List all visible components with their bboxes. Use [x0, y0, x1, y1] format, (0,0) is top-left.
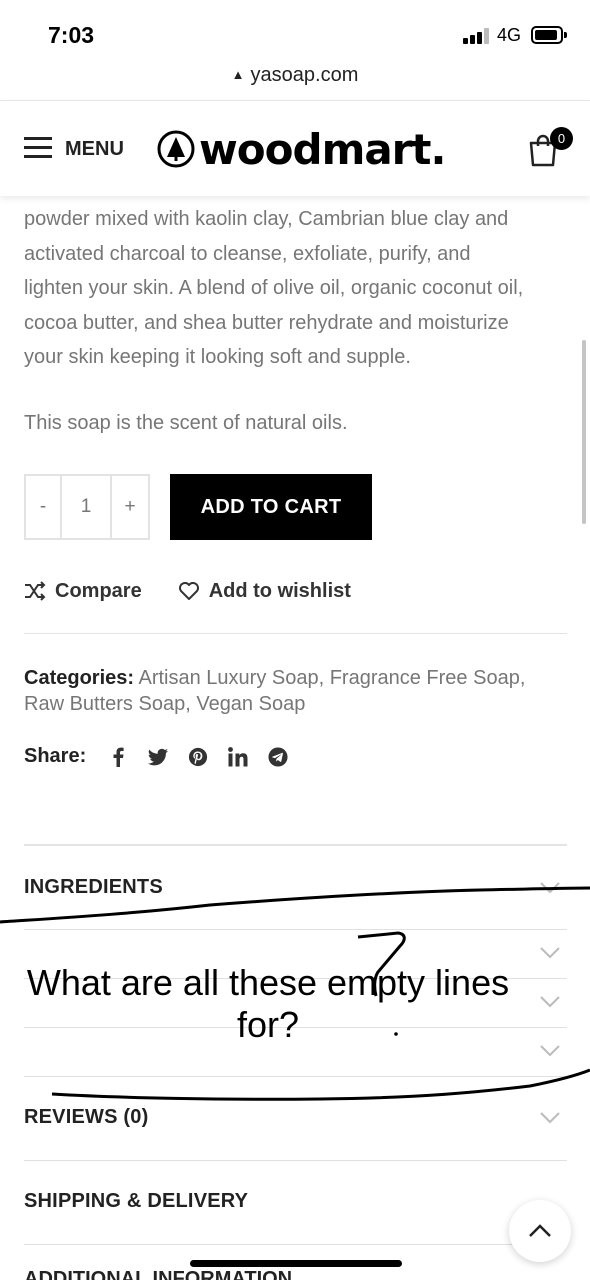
menu-button[interactable]: MENU — [65, 138, 124, 161]
cart-count-badge: 0 — [550, 127, 573, 150]
compare-label: Compare — [55, 579, 142, 602]
annotation-note: What are all these empty lines for? — [26, 962, 510, 1045]
quantity-plus-button[interactable]: + — [112, 476, 148, 538]
shuffle-icon — [25, 581, 46, 601]
signal-icon — [463, 28, 489, 44]
chevron-down-icon[interactable] — [540, 1045, 560, 1057]
share-row: Share: — [24, 745, 308, 768]
scroll-to-top-button[interactable] — [509, 1200, 571, 1262]
telegram-icon[interactable] — [268, 746, 288, 767]
tree-logo-icon — [157, 130, 195, 168]
site-logo[interactable]: woodmart. — [157, 124, 446, 174]
home-indicator[interactable] — [190, 1260, 402, 1267]
add-to-cart-button[interactable]: ADD TO CART — [170, 474, 372, 540]
network-type: 4G — [497, 25, 522, 45]
warning-icon: ▲ — [231, 67, 245, 82]
chevron-up-icon — [529, 1224, 551, 1237]
hamburger-icon[interactable] — [24, 137, 52, 159]
tab-additional-information[interactable]: ADDITIONAL INFORMATION — [24, 1266, 292, 1280]
description-line: activated charcoal to cleanse, exfoliate… — [24, 242, 471, 265]
compare-link[interactable]: Compare — [24, 580, 142, 603]
description-line: lighten your skin. A blend of olive oil,… — [24, 277, 524, 300]
page-scrollbar[interactable] — [582, 340, 586, 524]
tab-ingredients[interactable]: INGREDIENTS — [24, 876, 163, 899]
tab-reviews[interactable]: REVIEWS (0) — [24, 1106, 148, 1129]
status-time: 7:03 — [48, 22, 95, 48]
product-actions: Compare Add to wishlist — [24, 576, 351, 606]
description-line: powder mixed with kaolin clay, Cambrian … — [24, 208, 509, 230]
description-line: cocoa butter, and shea butter rehydrate … — [24, 311, 509, 334]
url-bar[interactable]: ▲ yasoap.com — [0, 64, 590, 100]
divider — [24, 1160, 567, 1161]
battery-icon — [531, 26, 567, 44]
product-categories: Categories: Artisan Luxury Soap, Fragran… — [24, 667, 526, 715]
chevron-down-icon[interactable] — [540, 947, 560, 959]
divider — [24, 929, 567, 930]
pinterest-icon[interactable] — [188, 747, 208, 767]
divider — [24, 844, 567, 846]
scent-text: This soap is the scent of natural oils. — [24, 412, 348, 434]
wishlist-label: Add to wishlist — [208, 579, 351, 602]
quantity-minus-button[interactable]: - — [26, 476, 62, 538]
quantity-stepper: - 1 + — [24, 474, 150, 540]
category-link[interactable]: Artisan Luxury Soap — [138, 667, 318, 689]
share-label: Share: — [24, 745, 87, 767]
divider — [24, 633, 567, 634]
facebook-icon[interactable] — [108, 747, 128, 767]
tab-shipping[interactable]: SHIPPING & DELIVERY — [24, 1190, 248, 1213]
product-description: powder mixed with kaolin clay, Cambrian … — [24, 202, 569, 375]
category-link[interactable]: Fragrance Free Soap — [330, 667, 520, 689]
site-header: MENU woodmart. 0 — [0, 100, 590, 196]
status-bar: 7:03 4G — [0, 0, 590, 64]
chevron-down-icon[interactable] — [540, 1112, 560, 1124]
categories-label: Categories: — [24, 667, 135, 689]
divider — [24, 1076, 567, 1077]
quantity-input[interactable]: 1 — [62, 476, 112, 538]
divider — [24, 1244, 567, 1245]
twitter-icon[interactable] — [148, 747, 169, 767]
heart-icon — [178, 582, 199, 600]
wishlist-link[interactable]: Add to wishlist — [178, 580, 351, 603]
category-link[interactable]: Vegan Soap — [196, 693, 305, 715]
chevron-down-icon[interactable] — [540, 996, 560, 1008]
category-link[interactable]: Raw Butters Soap — [24, 693, 185, 715]
logo-text: woodmart. — [199, 124, 446, 174]
description-line: your skin keeping it looking soft and su… — [24, 346, 411, 369]
chevron-down-icon[interactable] — [540, 882, 560, 894]
url-text: yasoap.com — [250, 64, 359, 86]
linkedin-icon[interactable] — [228, 746, 248, 767]
